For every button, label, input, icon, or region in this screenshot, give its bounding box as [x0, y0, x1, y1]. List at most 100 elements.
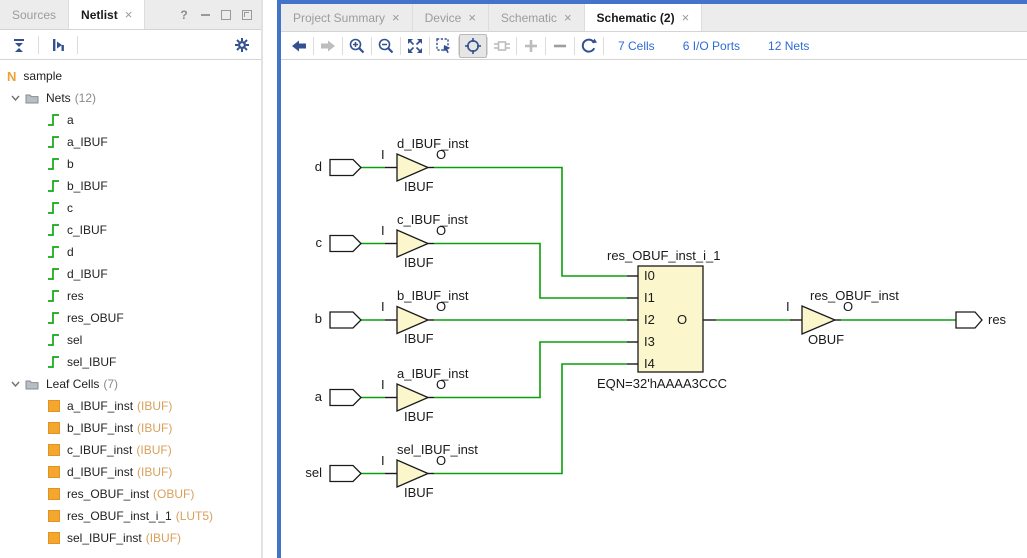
- tab-netlist[interactable]: Netlist ×: [69, 0, 145, 29]
- close-icon[interactable]: ×: [125, 8, 133, 21]
- cells-count-link[interactable]: 7 Cells: [618, 39, 655, 53]
- tree-item-net[interactable]: b_IBUF: [0, 175, 261, 197]
- port-c[interactable]: [330, 236, 361, 252]
- zoom-selection-button[interactable]: [430, 34, 458, 58]
- tree-item-net[interactable]: a_IBUF: [0, 131, 261, 153]
- close-icon[interactable]: ×: [564, 11, 572, 24]
- tab-schematic[interactable]: Schematic ×: [489, 4, 585, 31]
- zoom-in-button[interactable]: [343, 34, 371, 58]
- tree-item-cell[interactable]: a_IBUF_inst (IBUF): [0, 395, 261, 417]
- obuf-type-label: OBUF: [808, 333, 844, 347]
- minimize-icon[interactable]: [199, 9, 211, 21]
- folder-label: Nets: [46, 91, 71, 105]
- tree-item-net[interactable]: a: [0, 109, 261, 131]
- tree-item-net[interactable]: c_IBUF: [0, 219, 261, 241]
- tree-item-net[interactable]: d: [0, 241, 261, 263]
- tab-sources[interactable]: Sources: [0, 0, 69, 29]
- float-icon[interactable]: [241, 9, 253, 21]
- autofit-selection-button[interactable]: [459, 34, 487, 58]
- tree-item-net[interactable]: c: [0, 197, 261, 219]
- tree-item-cell[interactable]: d_IBUF_inst (IBUF): [0, 461, 261, 483]
- remove-button[interactable]: [546, 34, 574, 58]
- cell-icon: [48, 444, 60, 456]
- net-icon: [48, 312, 60, 324]
- help-icon[interactable]: ?: [178, 9, 190, 21]
- cell-label: a_IBUF_inst: [67, 399, 133, 413]
- forward-button[interactable]: [314, 34, 342, 58]
- tree-folder-nets[interactable]: Nets (12): [0, 87, 261, 109]
- port-b[interactable]: [330, 312, 361, 328]
- cell-type: (IBUF): [136, 443, 171, 457]
- settings-button[interactable]: [229, 33, 255, 57]
- tree-item-net[interactable]: d_IBUF: [0, 263, 261, 285]
- obuf-inst-label: res_OBUF_inst: [810, 289, 899, 303]
- maximize-icon[interactable]: [220, 9, 232, 21]
- schematic-panel: Project Summary × Device × Schematic × S…: [277, 0, 1027, 558]
- net-label: b_IBUF: [67, 179, 108, 193]
- tree-item-net[interactable]: b: [0, 153, 261, 175]
- tree-item-net[interactable]: res_OBUF: [0, 307, 261, 329]
- autofit-target-icon: [464, 37, 482, 55]
- port-a[interactable]: [330, 390, 361, 406]
- port-res[interactable]: [956, 312, 982, 328]
- net-label: a_IBUF: [67, 135, 108, 149]
- cell-d-ibuf[interactable]: [397, 154, 428, 181]
- cell-obuf[interactable]: [802, 306, 835, 334]
- close-icon[interactable]: ×: [392, 11, 400, 24]
- regenerate-button[interactable]: [575, 34, 603, 58]
- net-label: sel_IBUF: [67, 355, 116, 369]
- port-label-c: c: [290, 236, 322, 250]
- cell-c-ibuf[interactable]: [397, 230, 428, 257]
- tab-schematic-2[interactable]: Schematic (2) ×: [585, 4, 703, 31]
- tree-item-net[interactable]: sel_IBUF: [0, 351, 261, 373]
- net-icon: [48, 158, 60, 170]
- net-label: res: [67, 289, 84, 303]
- cell-label: res_OBUF_inst: [67, 487, 149, 501]
- tree-item-cell[interactable]: res_OBUF_inst_i_1 (LUT5): [0, 505, 261, 527]
- tree-item-cell[interactable]: b_IBUF_inst (IBUF): [0, 417, 261, 439]
- schematic-canvas[interactable]: d d_IBUF_inst I O IBUF c c_IBUF_inst I O…: [281, 60, 1027, 557]
- back-button[interactable]: [285, 34, 313, 58]
- io-ports-count-link[interactable]: 6 I/O Ports: [683, 39, 740, 53]
- chevron-down-icon[interactable]: [10, 93, 20, 103]
- gear-icon: [234, 37, 250, 53]
- tree-root-sample[interactable]: N sample: [0, 65, 261, 87]
- tab-device[interactable]: Device ×: [413, 4, 489, 31]
- cell-b-ibuf[interactable]: [397, 307, 428, 334]
- minus-icon: [551, 37, 569, 55]
- tree-item-cell[interactable]: res_OBUF_inst (OBUF): [0, 483, 261, 505]
- tree-folder-leaf-cells[interactable]: Leaf Cells (7): [0, 373, 261, 395]
- chevron-down-icon[interactable]: [10, 379, 20, 389]
- close-icon[interactable]: ×: [682, 11, 690, 24]
- cell-type: (IBUF): [137, 399, 172, 413]
- expand-cone-button[interactable]: [488, 34, 516, 58]
- tree-item-net[interactable]: sel: [0, 329, 261, 351]
- nets-count-link[interactable]: 12 Nets: [768, 39, 809, 53]
- toolbar-separator: [38, 36, 39, 54]
- pin-label-i: I: [381, 378, 385, 392]
- toolbar-separator: [77, 36, 78, 54]
- tree-item-net[interactable]: res: [0, 285, 261, 307]
- tree-item-cell[interactable]: sel_IBUF_inst (IBUF): [0, 527, 261, 549]
- port-sel[interactable]: [330, 466, 361, 482]
- add-button[interactable]: [517, 34, 545, 58]
- expand-button[interactable]: [45, 33, 71, 57]
- lut-pin-i4: I4: [644, 357, 655, 371]
- tree-item-cell[interactable]: c_IBUF_inst (IBUF): [0, 439, 261, 461]
- tab-project-summary[interactable]: Project Summary ×: [281, 4, 413, 31]
- cell-a-ibuf[interactable]: [397, 384, 428, 411]
- close-icon[interactable]: ×: [468, 11, 476, 24]
- zoom-out-icon: [377, 37, 395, 55]
- port-d[interactable]: [330, 160, 361, 176]
- cell-sel-ibuf[interactable]: [397, 460, 428, 487]
- collapse-all-button[interactable]: [6, 33, 32, 57]
- cell-icon: [48, 400, 60, 412]
- pin-label-o: O: [436, 224, 446, 238]
- net-icon: [48, 114, 60, 126]
- zoom-fit-icon: [406, 37, 424, 55]
- toolbar-separator: [603, 37, 604, 55]
- lut-inst-label: res_OBUF_inst_i_1: [607, 249, 720, 263]
- zoom-out-button[interactable]: [372, 34, 400, 58]
- zoom-fit-button[interactable]: [401, 34, 429, 58]
- inst-label: c_IBUF_inst: [397, 213, 468, 227]
